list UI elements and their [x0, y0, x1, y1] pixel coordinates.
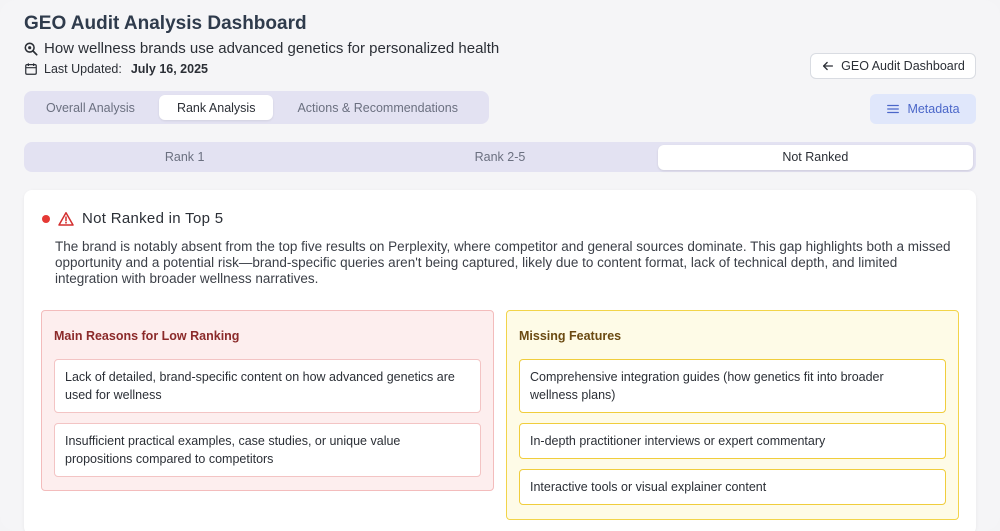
- dashboard-page: GEO Audit Analysis Dashboard How wellnes…: [0, 0, 1000, 531]
- missing-features-panel: Missing Features Comprehensive integrati…: [506, 310, 959, 520]
- missing-feature-item: In-depth practitioner interviews or expe…: [519, 423, 946, 459]
- card-header: Not Ranked in Top 5: [42, 210, 223, 227]
- query-text: How wellness brands use advanced genetic…: [44, 40, 500, 57]
- status-dot: [42, 214, 50, 223]
- reasons-panel: Main Reasons for Low Ranking Lack of det…: [41, 310, 494, 491]
- tab-not-ranked[interactable]: Not Ranked: [657, 144, 973, 170]
- card-title: Not Ranked in Top 5: [82, 210, 224, 227]
- not-ranked-card: Not Ranked in Top 5 The brand is notably…: [24, 190, 976, 531]
- tab-rank-analysis[interactable]: Rank Analysis: [158, 95, 274, 120]
- updated-label: Last Updated:: [44, 62, 122, 76]
- warning-icon: [58, 211, 74, 227]
- card-description: The brand is notably absent from the top…: [55, 239, 951, 286]
- rank-tabs: Rank 1 Rank 2-5 Not Ranked: [24, 142, 976, 172]
- page-title: GEO Audit Analysis Dashboard: [24, 13, 307, 34]
- tab-actions-recommendations[interactable]: Actions & Recommendations: [279, 95, 476, 120]
- missing-feature-item: Interactive tools or visual explainer co…: [519, 469, 946, 505]
- query-subtitle: How wellness brands use advanced genetic…: [24, 40, 499, 57]
- analysis-tabs: Overall Analysis Rank Analysis Actions &…: [24, 91, 489, 124]
- metadata-button-label: Metadata: [907, 102, 960, 116]
- updated-date: July 16, 2025: [130, 62, 208, 76]
- search-icon: [24, 42, 38, 56]
- metadata-button[interactable]: Metadata: [870, 94, 976, 124]
- reason-item: Insufficient practical examples, case st…: [54, 423, 481, 477]
- last-updated: Last Updated: July 16, 2025: [24, 62, 208, 76]
- missing-features-title: Missing Features: [519, 329, 622, 343]
- back-to-dashboard-button[interactable]: GEO Audit Dashboard: [810, 53, 976, 79]
- arrow-left-icon: [821, 59, 835, 73]
- calendar-icon: [24, 62, 38, 76]
- missing-feature-item: Comprehensive integration guides (how ge…: [519, 359, 946, 413]
- reason-item: Lack of detailed, brand-specific content…: [54, 359, 481, 413]
- tab-rank-2-5[interactable]: Rank 2-5: [342, 145, 657, 170]
- tab-rank-1[interactable]: Rank 1: [27, 145, 342, 170]
- menu-icon: [886, 102, 900, 116]
- tab-overall-analysis[interactable]: Overall Analysis: [28, 95, 153, 120]
- back-button-label: GEO Audit Dashboard: [841, 59, 965, 73]
- reasons-title: Main Reasons for Low Ranking: [54, 329, 240, 343]
